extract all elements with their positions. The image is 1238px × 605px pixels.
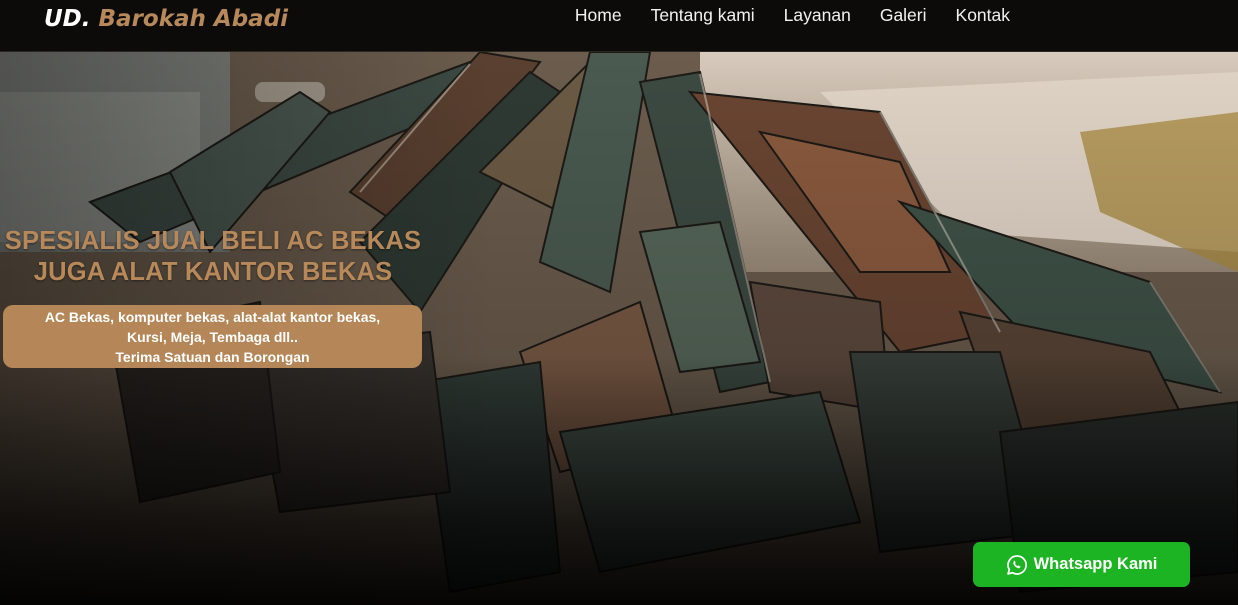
brand-logo[interactable]: UD. Barokah Abadi [44,2,288,36]
whatsapp-icon [1006,554,1027,575]
tagline-line-3: Terima Satuan dan Borongan [115,349,310,365]
brand-name: Barokah Abadi [98,6,289,32]
brand-prefix: UD. [44,6,91,32]
nav-layanan[interactable]: Layanan [784,4,851,26]
hero-section: SPESIALIS JUAL BELI AC BEKAS JUGA ALAT K… [0,52,1238,605]
nav-galeri[interactable]: Galeri [880,4,927,26]
whatsapp-button[interactable]: Whatsapp Kami [973,542,1190,587]
hero-headline: SPESIALIS JUAL BELI AC BEKAS JUGA ALAT K… [2,226,424,288]
nav-tentang-kami[interactable]: Tentang kami [651,4,755,26]
nav-home[interactable]: Home [575,4,622,26]
hero-tagline-box: AC Bekas, komputer bekas, alat-alat kant… [3,305,422,368]
nav-kontak[interactable]: Kontak [956,4,1010,26]
headline-line-1: SPESIALIS JUAL BELI AC BEKAS [4,227,422,255]
main-nav: Home Tentang kami Layanan Galeri Kontak [575,4,1010,26]
tagline-line-2: Kursi, Meja, Tembaga dll.. [127,329,298,345]
tagline-line-1: AC Bekas, komputer bekas, alat-alat kant… [44,309,381,325]
headline-line-2: JUGA ALAT KANTOR BEKAS [33,258,393,286]
whatsapp-label: Whatsapp Kami [1033,555,1158,573]
site-header: UD. Barokah Abadi Home Tentang kami Laya… [0,0,1238,52]
